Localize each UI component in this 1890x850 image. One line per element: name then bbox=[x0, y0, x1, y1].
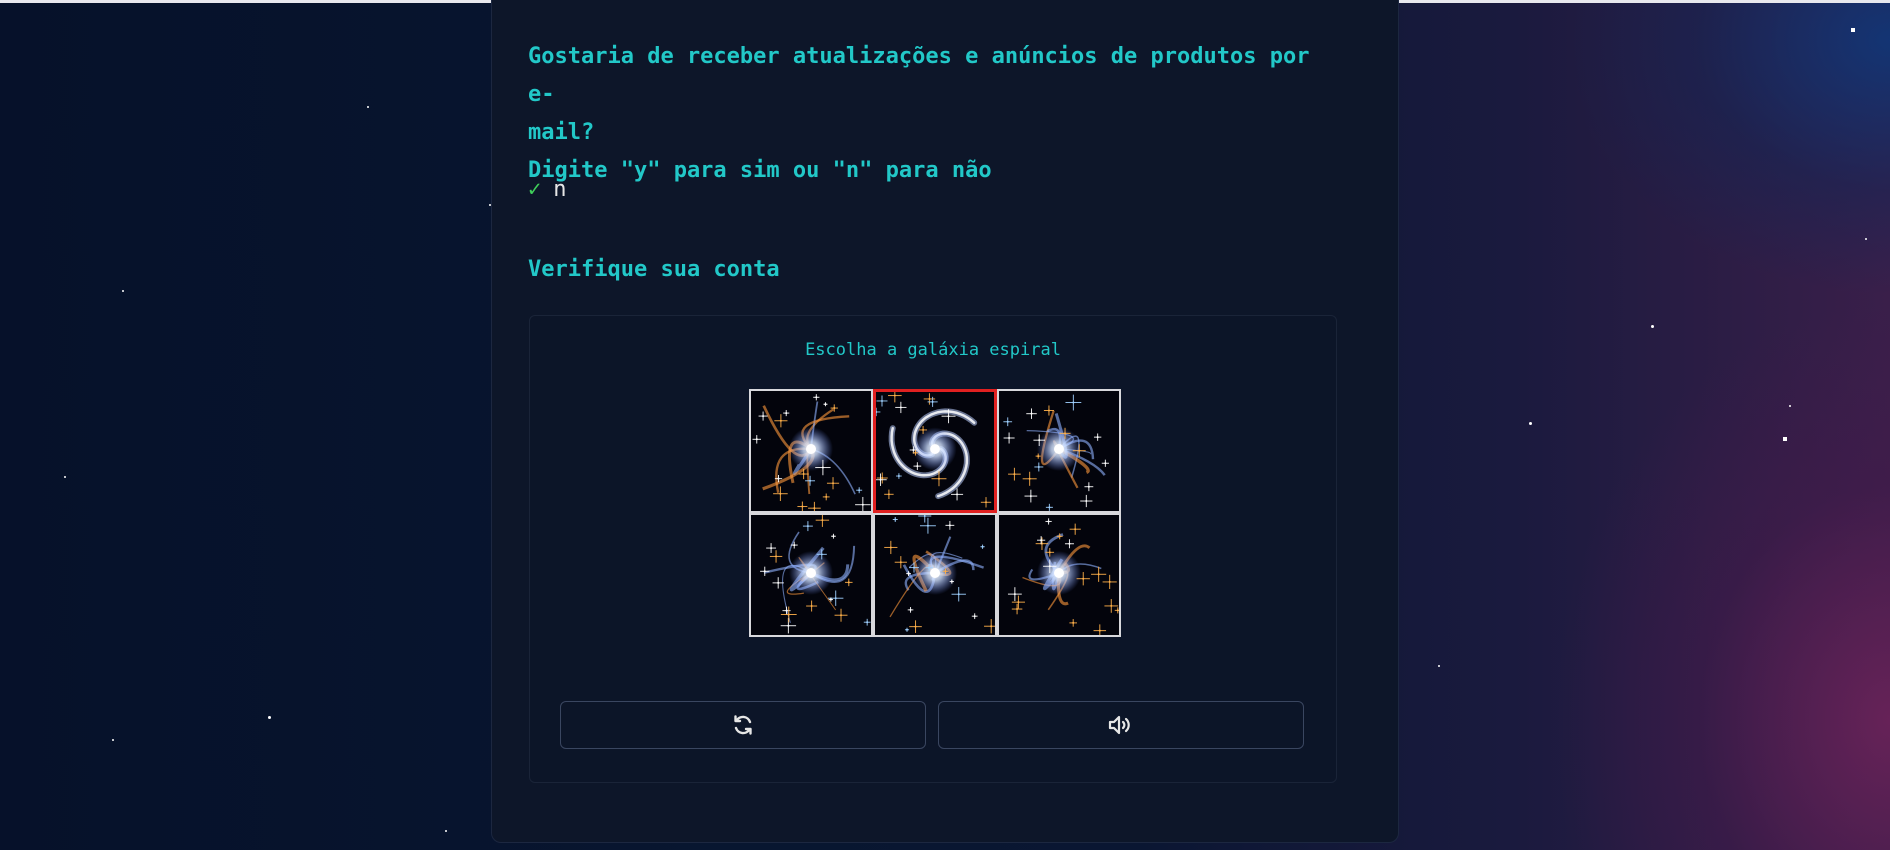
background-star bbox=[122, 290, 124, 292]
question-line: Gostaria de receber atualizações e anúnc… bbox=[528, 44, 1310, 107]
background-star bbox=[367, 106, 369, 108]
answer-row: ✓ n bbox=[528, 175, 567, 205]
terminal-panel: Gostaria de receber atualizações e anúnc… bbox=[491, 0, 1399, 843]
galaxy-image bbox=[751, 391, 871, 511]
captcha-widget: Escolha a galáxia espiral bbox=[529, 315, 1337, 783]
galaxy-image bbox=[751, 515, 871, 635]
background-star bbox=[1783, 437, 1787, 441]
verify-account-title: Verifique sua conta bbox=[528, 257, 780, 282]
background-star bbox=[1438, 665, 1440, 667]
captcha-instruction: Escolha a galáxia espiral bbox=[805, 340, 1061, 360]
newsletter-question: Gostaria de receber atualizações e anúnc… bbox=[528, 38, 1348, 190]
galaxy-image bbox=[999, 391, 1119, 511]
background-star bbox=[1789, 405, 1791, 407]
background-star bbox=[1651, 325, 1654, 328]
question-line: Digite "y" para sim ou "n" para não bbox=[528, 158, 992, 183]
captcha-image-grid bbox=[749, 389, 1121, 637]
background-star bbox=[1529, 422, 1532, 425]
captcha-tile[interactable] bbox=[749, 389, 873, 513]
background-star bbox=[268, 716, 271, 719]
background-star bbox=[1851, 28, 1855, 32]
refresh-captcha-button[interactable] bbox=[560, 701, 926, 749]
captcha-tile[interactable] bbox=[873, 513, 997, 637]
galaxy-image bbox=[876, 392, 994, 510]
captcha-tile[interactable] bbox=[749, 513, 873, 637]
checkmark-icon: ✓ bbox=[528, 177, 542, 202]
background-star bbox=[445, 830, 447, 832]
refresh-icon bbox=[734, 715, 752, 735]
galaxy-image bbox=[875, 515, 995, 635]
background-star bbox=[1865, 238, 1867, 240]
captcha-tile[interactable] bbox=[997, 513, 1121, 637]
speaker-icon bbox=[1108, 715, 1130, 735]
captcha-tile[interactable] bbox=[873, 389, 997, 513]
answer-value: n bbox=[553, 177, 567, 202]
captcha-tile[interactable] bbox=[997, 389, 1121, 513]
background-star bbox=[64, 476, 66, 478]
audio-captcha-button[interactable] bbox=[938, 701, 1304, 749]
question-line: mail? bbox=[528, 120, 595, 145]
background-star bbox=[112, 739, 114, 741]
galaxy-image bbox=[999, 515, 1119, 635]
